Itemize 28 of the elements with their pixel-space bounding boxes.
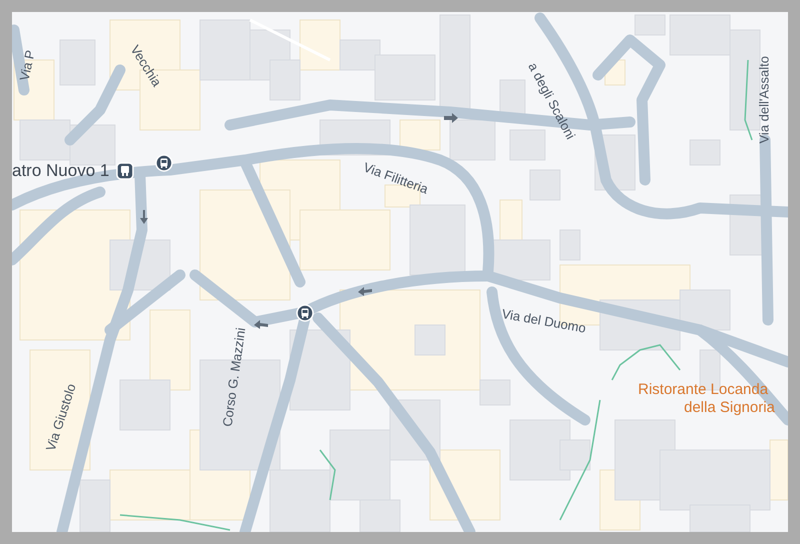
- building: [530, 170, 560, 200]
- street-label: atro Nuovo 1: [12, 162, 110, 179]
- street-label: Via P: [18, 48, 37, 82]
- bus-stop-icon[interactable]: [296, 304, 314, 322]
- building: [560, 230, 580, 260]
- tram-stop-icon[interactable]: [116, 162, 134, 180]
- place-label: della Signoria: [684, 400, 775, 415]
- street-label: Corso G. Mazzini: [220, 326, 248, 428]
- place-label: Ristorante Locanda: [638, 382, 768, 397]
- bus-stop-icon[interactable]: [155, 154, 173, 172]
- building: [510, 130, 546, 160]
- building: [200, 20, 250, 80]
- footpath: [319, 450, 336, 500]
- building: [270, 60, 300, 100]
- street-label: Via dell'Assalto: [758, 56, 770, 144]
- footpath: [611, 344, 681, 380]
- direction-arrow-icon: [254, 320, 268, 329]
- building: [60, 40, 96, 86]
- direction-arrow-icon: [444, 113, 458, 123]
- building: [400, 120, 440, 150]
- building: [634, 14, 666, 36]
- street-label: Via del Duomo: [500, 307, 587, 335]
- direction-arrow-icon: [358, 287, 372, 296]
- building: [690, 140, 720, 166]
- building: [500, 80, 526, 116]
- building: [450, 120, 496, 160]
- street-label: Via Giustolo: [44, 382, 78, 452]
- direction-arrow-icon: [140, 210, 148, 224]
